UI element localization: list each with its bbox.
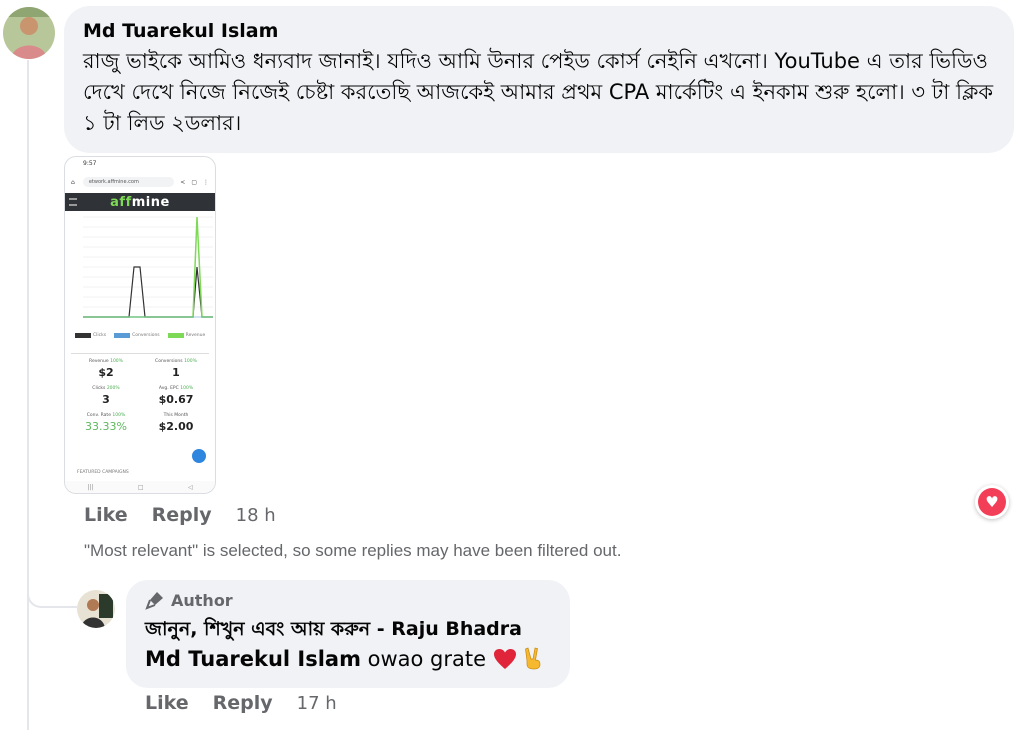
phone-nav-bar: ||| □ ◁ <box>65 481 215 493</box>
comment-attachment-image[interactable]: 9:57 ⌂ etwork.affmine.com < ▢ ⋮ affmine … <box>64 156 216 494</box>
phone-status-bar: 9:57 <box>83 160 97 167</box>
more-icon: ⋮ <box>203 178 209 186</box>
affmine-logo: affmine <box>110 194 170 210</box>
affmine-header: affmine <box>65 193 215 211</box>
stat-clicks: Clicks 200% 3 <box>92 386 120 406</box>
reply-timestamp[interactable]: 17 h <box>297 693 337 714</box>
share-icon: < <box>180 178 186 186</box>
author-avatar[interactable] <box>77 590 115 628</box>
thread-connector <box>27 560 77 608</box>
reaction-badge[interactable]: ♥ <box>975 485 1009 519</box>
home-button-icon: □ <box>137 483 144 491</box>
chat-bubble-icon <box>190 447 208 465</box>
reply-like-button[interactable]: Like <box>145 692 189 714</box>
stat-avg-epc: Avg. EPC 100% $0.67 <box>158 386 194 406</box>
thread-line <box>27 60 29 730</box>
stat-this-month: This Month $2.00 <box>158 413 194 433</box>
reply-actions: Like Reply 17 h <box>145 692 337 714</box>
comment-actions: Like Reply 18 h <box>84 504 276 526</box>
divider <box>71 353 209 354</box>
comment-text: রাজু ভাইকে আমিও ধন্যবাদ জানাই। যদিও আমি … <box>83 49 994 135</box>
mention-link[interactable]: Md Tuarekul Islam <box>145 647 361 671</box>
stats-line-chart <box>83 216 213 318</box>
like-button[interactable]: Like <box>84 504 128 526</box>
stat-conversions: Conversions 100% 1 <box>155 359 197 379</box>
comment-author-name[interactable]: Md Tuarekul Islam <box>83 18 1014 44</box>
commenter-avatar[interactable] <box>3 7 55 59</box>
heart-reaction-icon: ♥ <box>978 488 1006 516</box>
comment-timestamp[interactable]: 18 h <box>236 505 276 526</box>
reply-button[interactable]: Reply <box>152 504 212 526</box>
reply-bubble: Author জানুন, শিখুন এবং আয় করুন - Raju … <box>126 580 570 688</box>
chart-legend: Clicks Conversions Revenue <box>75 333 205 338</box>
tabs-icon: ▢ <box>191 178 197 186</box>
browser-url: etwork.affmine.com <box>82 177 175 187</box>
home-icon: ⌂ <box>71 178 75 186</box>
filter-notice: "Most relevant" is selected, so some rep… <box>84 541 622 560</box>
recent-apps-icon: ||| <box>87 483 94 491</box>
browser-url-bar: ⌂ etwork.affmine.com < ▢ ⋮ <box>65 171 215 193</box>
back-icon: ◁ <box>188 483 193 491</box>
hamburger-icon <box>69 198 77 206</box>
featured-campaigns-label: FEATURED CAMPAIGNS <box>77 470 129 475</box>
red-heart-emoji <box>493 648 517 677</box>
victory-hand-emoji <box>523 646 543 677</box>
stat-revenue: Revenue 100% $2 <box>89 359 123 379</box>
reply-reply-button[interactable]: Reply <box>213 692 273 714</box>
reply-author-name[interactable]: জানুন, শিখুন এবং আয় করুন - Raju Bhadra <box>145 617 570 641</box>
author-badge: Author <box>145 590 570 610</box>
reply-text: Md Tuarekul Islam owao grate <box>145 645 570 677</box>
stat-conv-rate: Conv. Rate 100% 33.33% <box>85 413 127 433</box>
microphone-icon <box>145 592 163 610</box>
comment-bubble: Md Tuarekul Islam রাজু ভাইকে আমিও ধন্যবা… <box>64 6 1014 153</box>
stats-grid: Revenue 100% $2 Conversions 100% 1 Click… <box>71 359 211 433</box>
